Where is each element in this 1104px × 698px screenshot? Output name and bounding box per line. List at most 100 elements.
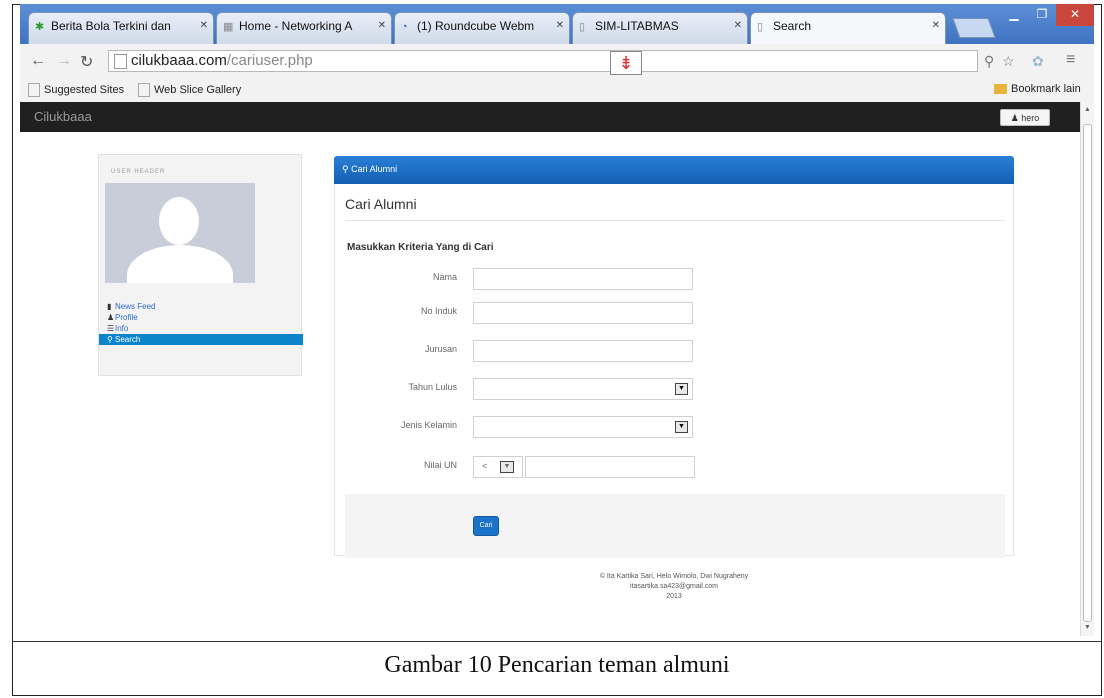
page-footer: © Ita Kartika Sari, Helo Wimolo, Dwi Nug… [334,572,1014,602]
user-icon: ♟ [107,313,115,322]
avatar-body [127,245,233,283]
sidebar-header: USER HEADER [111,169,166,175]
page-icon: ▯ [757,21,764,33]
page-icon [28,83,40,97]
panel-header-text: ⚲ Cari Alumni [342,164,397,175]
sidebar: USER HEADER ▮ News Feed ♟ Profile ☰ Info ⚲ S… [98,154,303,376]
chevron-down-icon: ▼ [675,421,688,433]
panel-header-label: Cari Alumni [351,164,398,174]
close-icon[interactable]: ✕ [734,20,742,31]
extension-icon[interactable]: ✿ [1032,53,1044,70]
chevron-down-icon: ▼ [675,383,688,395]
browser-toolbar: ← → ↻ cilukbaaa.com/cariuser.php ⇟ ⚲ ☆ ✿… [20,44,1094,79]
restore-icon[interactable]: ❐ [1028,4,1056,26]
app-brand[interactable]: Cilukbaaa [34,109,92,124]
browser-tab-5[interactable]: ▯ Search ✕ [750,12,946,44]
divider [345,220,1005,221]
blue-globe-icon: ◔ [401,21,408,33]
scroll-up-icon[interactable]: ▲ [1084,106,1091,113]
no-induk-input[interactable] [473,302,693,324]
chevron-down-icon: ▼ [500,461,514,473]
reload-icon[interactable]: ↻ [80,52,93,72]
tab-label: Home - Networking A [239,19,353,33]
nama-label: Nama [432,272,457,282]
caption-rule [12,641,1102,642]
download-extension-icon[interactable]: ⇟ [610,51,642,75]
tahun-lulus-select[interactable]: ▼ [473,378,693,400]
minimize-icon[interactable]: ▁ [1000,4,1028,26]
bookmarks-bar: Suggested Sites Web Slice Gallery Bookma… [20,78,1094,103]
footer-year: 2013 [666,593,682,600]
close-icon[interactable]: ✕ [556,20,564,31]
search-icon: ⚲ [342,164,349,174]
user-button[interactable]: ♟ hero [1000,109,1050,126]
browser-tab-4[interactable]: ▯ SIM-LITABMAS ✕ [572,12,748,44]
bookmark-label: Web Slice Gallery [154,83,242,96]
user-button-label: hero [1021,113,1040,123]
page-icon [138,83,150,97]
jurusan-input[interactable] [473,340,693,362]
footer-credits: © Ita Kartika Sari, Helo Wimolo, Dwi Nug… [599,573,749,580]
user-icon: ♟ [1010,113,1019,123]
file-icon: ▮ [107,302,112,311]
cari-button[interactable]: Cari [473,516,499,536]
search-icon: ⚲ [107,335,113,344]
browser-tab-1[interactable]: ✱ Berita Bola Terkini dan ✕ [28,12,214,44]
jenis-kelamin-label: Jenis Kelamin [400,420,457,430]
sidebar-item-label: Search [115,335,141,344]
nilai-un-label: Nilai UN [423,460,457,470]
sidebar-item-info[interactable]: ☰ Info [99,323,303,334]
address-path: /cariuser.php [226,52,313,69]
bookmark-label: Bookmark lain [1011,83,1081,95]
new-tab-button[interactable] [952,18,996,38]
form-subtitle: Masukkan Kriteria Yang di Cari [347,242,494,253]
nilai-un-operator-select[interactable]: < ▼ [473,456,523,478]
bookmark-suggested-sites[interactable]: Suggested Sites [28,83,124,97]
close-icon[interactable]: ✕ [200,20,208,31]
grid-icon: ▦ [223,21,234,33]
figure-caption: Gambar 10 Pencarian teman almuni [384,652,730,678]
jurusan-label: Jurusan [424,344,457,354]
nilai-un-input[interactable] [525,456,695,478]
browser-tab-2[interactable]: ▦ Home - Networking A ✕ [216,12,392,44]
list-icon: ☰ [107,324,115,333]
address-domain: cilukbaaa.com [131,52,227,69]
web-page: Cilukbaaa ♟ hero USER HEADER ▮ News Feed … [20,102,1080,636]
sidebar-item-label: Info [115,324,129,333]
avatar-head [159,197,199,245]
sidebar-item-news-feed[interactable]: ▮ News Feed [99,301,303,312]
bookmark-label: Suggested Sites [44,83,125,96]
star-icon[interactable]: ☆ [1002,53,1015,70]
sidebar-item-search[interactable]: ⚲ Search [99,334,303,345]
close-window-icon[interactable]: ✕ [1056,4,1094,26]
tab-label: Search [773,19,812,33]
tab-label: SIM-LITABMAS [595,19,679,33]
bookmark-web-slice-gallery[interactable]: Web Slice Gallery [138,83,241,97]
menu-icon[interactable]: ≡ [1066,51,1075,69]
zoom-icon[interactable]: ⚲ [984,53,994,70]
close-icon[interactable]: ✕ [378,20,386,31]
scroll-down-icon[interactable]: ▼ [1084,624,1091,631]
panel-title: Cari Alumni [345,196,417,212]
no-induk-label: No Induk [420,306,457,316]
bookmark-folder-other[interactable]: Bookmark lain [994,83,1081,95]
scrollbar-thumb[interactable] [1083,124,1092,622]
sidebar-item-profile[interactable]: ♟ Profile [99,312,303,323]
sidebar-item-label: News Feed [115,302,156,311]
close-icon[interactable]: ✕ [932,20,940,31]
sidebar-menu: ▮ News Feed ♟ Profile ☰ Info ⚲ Search [99,301,303,345]
nilai-un-operator: < [482,461,488,471]
app-navbar: Cilukbaaa ♟ hero [20,102,1080,132]
avatar [105,183,255,283]
page-scrollbar[interactable]: ▲ ▼ [1080,102,1094,636]
nama-input[interactable] [473,268,693,290]
browser-tab-3[interactable]: ◔ (1) Roundcube Webm ✕ [394,12,570,44]
forward-icon[interactable]: → [56,52,72,70]
folder-icon [994,84,1007,95]
address-bar[interactable]: cilukbaaa.com/cariuser.php [108,50,978,72]
back-icon[interactable]: ← [30,52,46,70]
jenis-kelamin-select[interactable]: ▼ [473,416,693,438]
panel-header: ⚲ Cari Alumni [334,156,1014,184]
footer-email: itasartika.sa423@gmail.com [629,583,719,590]
browser-window: ✱ Berita Bola Terkini dan ✕ ▦ Home - Net… [20,4,1094,636]
